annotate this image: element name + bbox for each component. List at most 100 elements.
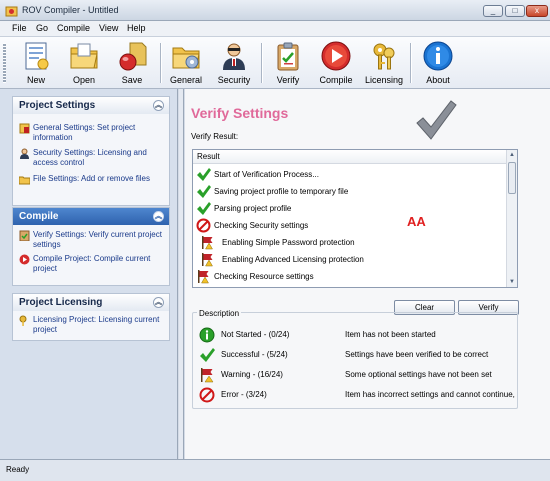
task-licensing-project[interactable]: Licensing Project: Licensing current pro…: [19, 315, 167, 335]
compile-header[interactable]: Compile ︽: [13, 208, 169, 225]
verify-settings-view: Verify Settings Verify Result: Result St…: [185, 89, 550, 459]
task-label: Licensing Project: Licensing current pro…: [33, 315, 160, 334]
results-column-header[interactable]: Result: [193, 150, 517, 164]
results-scrollbar[interactable]: ▲ ▼: [506, 150, 517, 287]
menu-compile[interactable]: Compile: [57, 23, 90, 33]
title-bar: ROV Compiler - Untitled _ □ x: [0, 0, 550, 21]
large-checkmark-icon: [416, 100, 457, 140]
toolbar-grip[interactable]: [3, 43, 6, 83]
task-file-settings[interactable]: File Settings: Add or remove files: [19, 174, 167, 185]
menu-file[interactable]: File: [12, 23, 27, 33]
legend-description: Item has not been started: [345, 330, 436, 339]
warning-flag-icon: [201, 368, 214, 383]
compile-label: Compile: [319, 75, 353, 85]
licensing-project-icon: [19, 315, 27, 326]
description-label: Description: [197, 309, 242, 318]
legend-description: Item has incorrect settings and cannot c…: [345, 390, 515, 399]
security-button[interactable]: Security: [212, 40, 256, 87]
about-info-icon: [423, 41, 453, 71]
toolbar: New Open Save General Security Verify Co…: [0, 37, 550, 89]
open-folder-icon: [70, 43, 98, 69]
result-row[interactable]: Saving project profile to temporary file: [196, 183, 348, 200]
result-text: Checking Security settings: [214, 221, 309, 230]
menu-go[interactable]: Go: [36, 23, 48, 33]
status-text: Ready: [6, 465, 30, 474]
menu-help[interactable]: Help: [127, 23, 146, 33]
compile-panel: Compile ︽ Verify Settings: Verify curren…: [12, 207, 170, 286]
page-title: Verify Settings: [191, 105, 289, 121]
close-button[interactable]: x: [526, 5, 548, 17]
maximize-button[interactable]: □: [505, 5, 525, 17]
verify-result-label: Verify Result:: [191, 132, 239, 141]
security-icon: [223, 43, 245, 70]
menu-view[interactable]: View: [99, 23, 118, 33]
task-label: Security Settings: Licensing and access …: [33, 148, 147, 167]
result-row[interactable]: Parsing project profile: [196, 200, 291, 217]
result-row[interactable]: Enabling Advanced Licensing protection: [196, 251, 364, 268]
scroll-thumb[interactable]: [508, 162, 516, 194]
general-button[interactable]: General: [164, 40, 208, 87]
task-verify-settings[interactable]: Verify Settings: Verify current project …: [19, 230, 167, 250]
verify-label: Verify: [276, 75, 300, 85]
task-compile-project[interactable]: Compile Project: Compile current project: [19, 254, 167, 274]
compile-play-icon: [321, 41, 351, 71]
verify-clipboard-icon: [277, 42, 299, 71]
toolbar-separator: [261, 43, 262, 83]
collapse-chevron-icon[interactable]: ︽: [153, 297, 164, 308]
open-button[interactable]: Open: [62, 40, 106, 87]
verify-button[interactable]: Verify: [266, 40, 310, 87]
new-document-icon: [25, 42, 49, 70]
description-group: Description Not Started - (0/24) Item ha…: [192, 309, 518, 409]
licensing-label: Licensing: [364, 75, 404, 85]
collapse-chevron-icon[interactable]: ︽: [153, 100, 164, 111]
toolbar-separator: [410, 43, 411, 83]
sidebar-splitter[interactable]: [179, 89, 184, 459]
project-licensing-header[interactable]: Project Licensing ︽: [13, 294, 169, 311]
save-button[interactable]: Save: [110, 40, 154, 87]
licensing-keys-icon: [373, 43, 395, 70]
minimize-button[interactable]: _: [483, 5, 503, 17]
result-row[interactable]: Start of Verification Process...: [196, 166, 319, 183]
collapse-chevron-icon[interactable]: ︽: [153, 211, 164, 222]
security-settings-icon: [20, 148, 29, 159]
task-sidebar: Project Settings ︽ General Settings: Set…: [0, 89, 178, 459]
project-licensing-panel: Project Licensing ︽ Licensing Project: L…: [12, 293, 170, 341]
success-check-icon: [197, 185, 211, 198]
about-button[interactable]: About: [416, 40, 460, 87]
about-label: About: [426, 75, 450, 85]
scroll-down-icon[interactable]: ▼: [507, 277, 517, 287]
result-text: Start of Verification Process...: [214, 170, 319, 179]
result-text: Parsing project profile: [214, 204, 292, 213]
task-security-settings[interactable]: Security Settings: Licensing and access …: [19, 148, 167, 168]
success-check-icon: [197, 168, 211, 181]
status-bar: Ready: [0, 459, 550, 481]
result-row[interactable]: Checking Security settings: [196, 217, 308, 234]
compile-project-icon: [19, 254, 30, 265]
result-text: Enabling Simple Password protection: [222, 238, 355, 247]
open-label: Open: [72, 75, 96, 85]
task-label: Compile Project: Compile current project: [33, 254, 151, 273]
verify-settings-icon: [19, 230, 30, 241]
result-text: Enabling Advanced Licensing protection: [222, 255, 364, 264]
warning-flag-icon: [202, 253, 213, 267]
panel-title: Project Settings: [19, 100, 96, 111]
result-text: Checking Resource settings: [214, 272, 314, 281]
task-general-settings[interactable]: General Settings: Set project informatio…: [19, 123, 167, 143]
result-row[interactable]: Checking Resource settings: [196, 268, 314, 285]
compile-button[interactable]: Compile: [314, 40, 358, 87]
error-circle-icon: [199, 387, 215, 403]
task-label: Verify Settings: Verify current project …: [33, 230, 162, 249]
result-row[interactable]: Enabling Simple Password protection: [196, 234, 355, 251]
save-label: Save: [121, 75, 143, 85]
general-folder-icon: [172, 47, 200, 69]
project-settings-header[interactable]: Project Settings ︽: [13, 97, 169, 114]
menu-bar: File Go Compile View Help: [0, 21, 550, 37]
task-label: File Settings: Add or remove files: [33, 174, 150, 183]
new-button[interactable]: New: [14, 40, 58, 87]
app-icon: [5, 6, 18, 17]
legend-description: Settings have been verified to be correc…: [345, 350, 489, 359]
licensing-button[interactable]: Licensing: [362, 40, 406, 87]
verify-results-list[interactable]: Result Start of Verification Process... …: [192, 149, 518, 288]
new-label: New: [26, 75, 45, 85]
scroll-up-icon[interactable]: ▲: [507, 150, 517, 160]
